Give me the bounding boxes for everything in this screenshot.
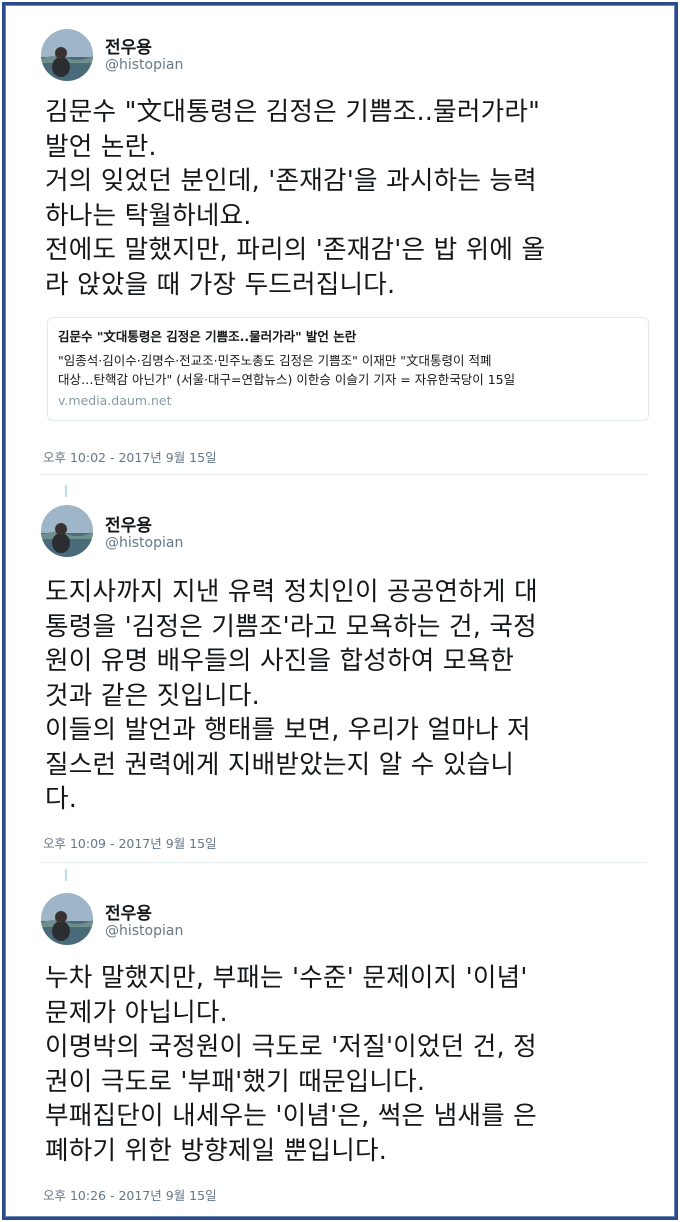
- tweet-text-line: 하나는 탁월하네요.: [45, 200, 252, 231]
- avatar-photo-icon: [41, 505, 93, 557]
- tweet-1: 전우용 @histopian 김문수 "文대통령은 김정은 기쁨조..물러가라"…: [5, 5, 675, 475]
- tweet-text: 도지사까지 지낸 유력 정치인이 공공연하게 대 통령을 '김정은 기쁨조'라고…: [45, 575, 653, 817]
- tweet-text-line: 다.: [45, 784, 78, 814]
- tweet-timestamp[interactable]: 오후 10:26 - 2017년 9월 15일: [43, 1185, 217, 1204]
- tweet-text-line: 라 앉았을 때 가장 두드러집니다.: [45, 269, 396, 300]
- card-url: v.media.daum.net: [58, 393, 172, 408]
- tweet-text-line: 통령을 '김정은 기쁨조'라고 모욕하는 건, 국정: [45, 611, 537, 642]
- tweet-text-line: 것과 같은 짓입니다.: [45, 680, 260, 711]
- author-handle[interactable]: @histopian: [105, 923, 183, 939]
- link-preview-card[interactable]: 김문수 "文대통령은 김정은 기쁨조..물러가라" 발언 논란 "임종석·김이수…: [47, 317, 649, 421]
- avatar[interactable]: [41, 893, 93, 945]
- tweet-text-line: 부패집단이 내세우는 '이념'은, 썩은 냄새를 은: [45, 1101, 537, 1131]
- tweet-text-line: 이들의 발언과 행태를 보면, 우리가 얼마나 저: [45, 715, 531, 745]
- tweet-text-line: 발언 논란.: [45, 131, 157, 162]
- author-name[interactable]: 전우용: [105, 899, 152, 924]
- card-description-line: 대상…탄핵감 아닌가" (서울·대구=연합뉴스) 이한승 이슬기 기자 = 자유…: [58, 372, 516, 387]
- tweet-text-line: 폐하기 위한 방향제일 뿐입니다.: [45, 1135, 388, 1166]
- tweet-text-line: 누차 말했지만, 부패는 '수준' 문제이지 '이념': [45, 963, 528, 993]
- tweet-text-line: 거의 잊었던 분인데, '존재감'을 과시하는 능력: [45, 166, 537, 196]
- author-handle[interactable]: @histopian: [105, 57, 183, 73]
- author-handle[interactable]: @histopian: [105, 535, 183, 551]
- avatar[interactable]: [41, 505, 93, 557]
- thread-connector: [65, 485, 67, 497]
- author-name[interactable]: 전우용: [105, 33, 152, 58]
- tweet-text: 누차 말했지만, 부패는 '수준' 문제이지 '이념' 문제가 아닙니다. 이명…: [45, 961, 653, 1168]
- card-description-line: "임종석·김이수·김명수·전교조·민주노총도 김정은 기쁨조" 이재만 "文대통…: [58, 353, 492, 368]
- tweet-text-line: 권이 극도로 '부패'했기 때문입니다.: [45, 1066, 426, 1097]
- card-title: 김문수 "文대통령은 김정은 기쁨조..물러가라" 발언 논란: [58, 329, 357, 344]
- thread-connector: [65, 869, 67, 881]
- tweet-thread-frame: 전우용 @histopian 김문수 "文대통령은 김정은 기쁨조..물러가라"…: [2, 2, 678, 1220]
- avatar[interactable]: [41, 29, 93, 81]
- tweet-timestamp[interactable]: 오후 10:02 - 2017년 9월 15일: [43, 447, 217, 466]
- avatar-photo-icon: [41, 893, 93, 945]
- tweet-timestamp[interactable]: 오후 10:09 - 2017년 9월 15일: [43, 833, 217, 852]
- tweet-text-line: 문제가 아닙니다.: [45, 997, 228, 1028]
- tweet-text-line: 전에도 말했지만, 파리의 '존재감'은 밥 위에 올: [45, 235, 546, 265]
- card-description: "임종석·김이수·김명수·전교조·민주노총도 김정은 기쁨조" 이재만 "文대통…: [58, 351, 638, 389]
- tweet-text-line: 원이 유명 배우들의 사진을 합성하여 모욕한: [45, 646, 515, 676]
- tweet-text-line: 이명박의 국정원이 극도로 '저질'이었던 건, 정: [45, 1032, 537, 1062]
- tweet-text-line: 질스런 권력에게 지배받았는지 알 수 있습니: [45, 749, 515, 780]
- tweet-text-line: 도지사까지 지낸 유력 정치인이 공공연하게 대: [45, 577, 538, 607]
- tweet-2: 전우용 @histopian 도지사까지 지낸 유력 정치인이 공공연하게 대 …: [5, 475, 675, 863]
- tweet-text-line: 김문수 "文대통령은 김정은 기쁨조..물러가라": [45, 97, 541, 127]
- avatar-photo-icon: [41, 29, 93, 81]
- tweet-text: 김문수 "文대통령은 김정은 기쁨조..물러가라" 발언 논란. 거의 잊었던 …: [45, 95, 653, 302]
- tweet-3: 전우용 @histopian 누차 말했지만, 부패는 '수준' 문제이지 '이…: [5, 863, 675, 1217]
- author-name[interactable]: 전우용: [105, 511, 152, 536]
